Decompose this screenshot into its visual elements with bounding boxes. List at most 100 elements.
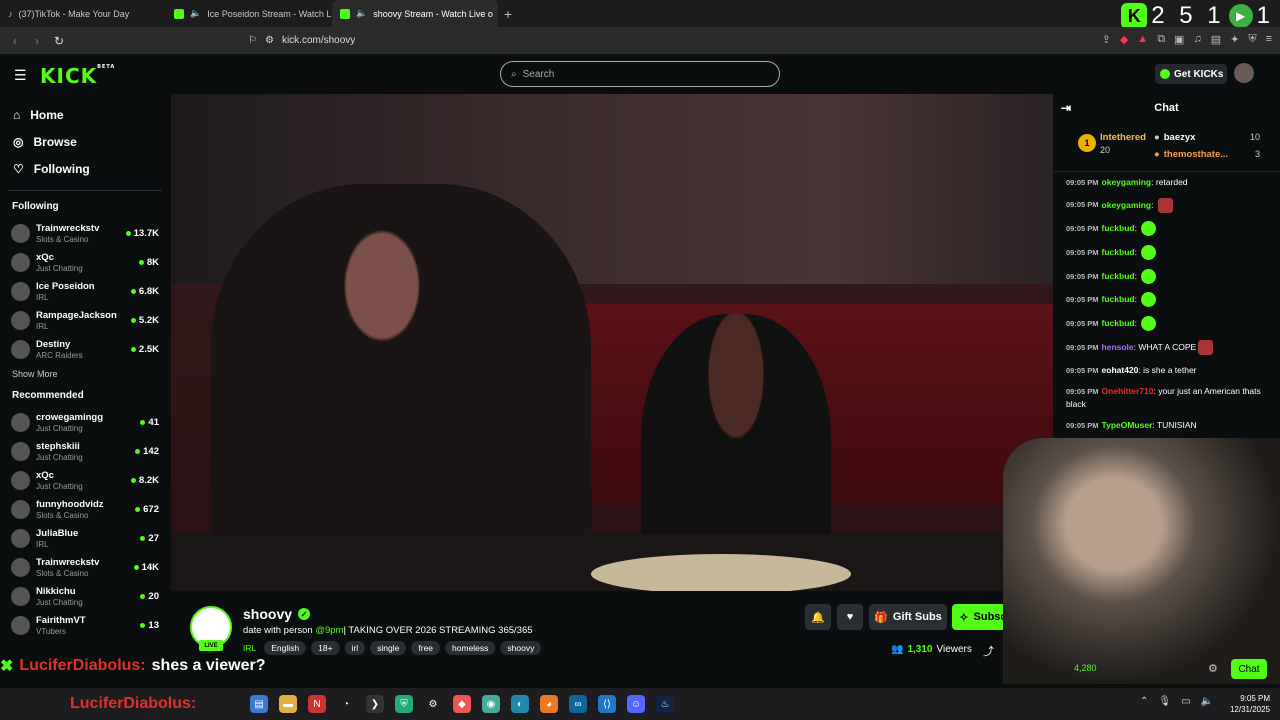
message-user[interactable]: fuckbud bbox=[1102, 271, 1135, 281]
terminal-icon[interactable]: ❯ bbox=[366, 695, 384, 713]
message-user[interactable]: hensole bbox=[1102, 342, 1134, 352]
leader-first-name[interactable]: Intethered bbox=[1100, 132, 1146, 143]
stream-tag[interactable]: shoovy bbox=[500, 641, 542, 655]
channel-item[interactable]: Ice Poseidon IRL 6.8K bbox=[0, 277, 170, 306]
share-icon[interactable]: ⤴ bbox=[983, 643, 994, 659]
network-icon[interactable]: ▭ bbox=[1181, 696, 1190, 707]
gift-leaderboard: 1 Intethered 20 ● baezyx 10 ● themosthate.… bbox=[1053, 122, 1280, 172]
back-icon[interactable]: ‹ bbox=[4, 34, 26, 48]
new-tab-button[interactable]: + bbox=[498, 6, 518, 22]
kick-logo[interactable]: KICKBETA bbox=[40, 64, 115, 88]
edge-icon[interactable]: ◐ bbox=[511, 695, 529, 713]
message-user[interactable]: Onehitter710 bbox=[1102, 386, 1154, 396]
nav-following[interactable]: ♡ Following bbox=[0, 155, 170, 182]
get-kicks-button[interactable]: Get KICKs bbox=[1155, 64, 1227, 84]
site-info-icon[interactable]: ⚙ bbox=[265, 35, 274, 46]
search-input[interactable]: ⌕ Search bbox=[500, 61, 780, 87]
message-user[interactable]: fuckbud bbox=[1102, 223, 1135, 233]
user-avatar[interactable] bbox=[1234, 63, 1254, 83]
message-user[interactable]: okeygaming bbox=[1102, 177, 1152, 187]
address-field[interactable]: ⚐ ⚙ kick.com/shoovy bbox=[248, 31, 970, 50]
message-user[interactable]: fuckbud bbox=[1102, 247, 1135, 257]
wallet-icon[interactable]: ▣ bbox=[1174, 33, 1184, 46]
volume-icon[interactable]: 🔈 bbox=[1201, 696, 1213, 707]
message-user[interactable]: fuckbud bbox=[1102, 294, 1135, 304]
gear-icon[interactable]: ⚙ bbox=[1208, 662, 1218, 675]
taskbar-clock[interactable]: 9:05 PM 12/31/2025 bbox=[1230, 693, 1270, 715]
channel-item[interactable]: funnyhoodvidz Slots & Casino 672 bbox=[0, 495, 170, 524]
channel-item[interactable]: stephskiii Just Chatting 142 bbox=[0, 437, 170, 466]
send-chat-button[interactable]: Chat bbox=[1231, 659, 1267, 679]
music-icon[interactable]: ♫ bbox=[1193, 33, 1201, 46]
title-mention[interactable]: @9pm bbox=[315, 625, 343, 636]
channel-item[interactable]: Nikkichu Just Chatting 20 bbox=[0, 582, 170, 611]
streamer-name[interactable]: shoovy bbox=[243, 606, 292, 622]
channel-item[interactable]: xQc Just Chatting 8K bbox=[0, 248, 170, 277]
stream-tag[interactable]: homeless bbox=[445, 641, 496, 655]
bookmark-icon[interactable]: ⚐ bbox=[248, 35, 257, 46]
message-user[interactable]: okeygaming bbox=[1102, 199, 1152, 209]
app-icon[interactable]: ▤ bbox=[250, 695, 268, 713]
channel-item[interactable]: FairithmVT VTubers 13 bbox=[0, 611, 170, 640]
stream-title: date with person @9pm| TAKING OVER 2026 … bbox=[243, 625, 533, 636]
folder-icon[interactable]: ▬ bbox=[279, 695, 297, 713]
stream-tag[interactable]: English bbox=[264, 641, 307, 655]
discord-icon[interactable]: ☺ bbox=[627, 695, 645, 713]
netflix-icon[interactable]: N bbox=[308, 695, 326, 713]
menu-icon[interactable]: ≡ bbox=[1266, 33, 1272, 46]
notification-bell-button[interactable]: 🔔 bbox=[805, 604, 831, 630]
tab-tiktok[interactable]: ♪ (37)TikTok - Make Your Day bbox=[0, 0, 166, 27]
leader-second[interactable]: ● baezyx bbox=[1154, 132, 1195, 143]
collapse-chat-icon[interactable]: ⇥ bbox=[1061, 101, 1071, 115]
stream-tag[interactable]: free bbox=[411, 641, 441, 655]
nav-browse[interactable]: ◎ Browse bbox=[0, 128, 170, 155]
channel-item[interactable]: Destiny ARC Raiders 2.5K bbox=[0, 335, 170, 364]
chrome-icon[interactable]: ◉ bbox=[482, 695, 500, 713]
show-more-button[interactable]: Show More bbox=[0, 364, 170, 384]
brave-shield-icon[interactable]: ◆ bbox=[1120, 33, 1128, 46]
video-player[interactable] bbox=[171, 94, 1053, 591]
shield-icon[interactable]: ⛨ bbox=[395, 695, 413, 713]
channel-viewers: 27 bbox=[148, 533, 159, 544]
gift-subs-button[interactable]: 🎁 Gift Subs bbox=[869, 604, 947, 630]
channel-item[interactable]: crowegamingg Just Chatting 41 bbox=[0, 408, 170, 437]
forward-icon[interactable]: › bbox=[26, 34, 48, 48]
tab-shoovy[interactable]: 🔈shoovy Stream - Watch Live o✕ bbox=[332, 0, 498, 27]
sidebar-icon[interactable]: ▤ bbox=[1211, 33, 1221, 46]
channel-item[interactable]: RampageJackson IRL 5.2K bbox=[0, 306, 170, 335]
message-user[interactable]: TypeOMuser bbox=[1102, 420, 1153, 430]
tab-ice-poseidon[interactable]: 🔈 Ice Poseidon Stream - Watch Live bbox=[166, 0, 332, 27]
stream-tag[interactable]: 18+ bbox=[311, 641, 340, 655]
message-user[interactable]: eohat420 bbox=[1102, 365, 1139, 375]
channel-item[interactable]: xQc Just Chatting 8.2K bbox=[0, 466, 170, 495]
firefox-icon[interactable]: ◕ bbox=[540, 695, 558, 713]
channel-item[interactable]: JuliaBlue IRL 27 bbox=[0, 524, 170, 553]
reload-icon[interactable]: ↻ bbox=[48, 34, 70, 48]
share-icon[interactable]: ⇪ bbox=[1102, 33, 1111, 46]
stream-tag[interactable]: irl bbox=[344, 641, 366, 655]
clock-app-icon[interactable]: ◔ bbox=[337, 695, 355, 713]
message-time: 09:05 PM bbox=[1066, 247, 1099, 257]
channel-item[interactable]: Trainwreckstv Slots & Casino 14K bbox=[0, 553, 170, 582]
chevron-up-icon[interactable]: ⌃ bbox=[1140, 696, 1148, 707]
mic-icon[interactable]: 🎙 bbox=[1158, 696, 1171, 707]
follow-heart-button[interactable]: ♥ bbox=[837, 604, 863, 630]
settings-icon[interactable]: ⚙ bbox=[424, 695, 442, 713]
stream-tag[interactable]: single bbox=[370, 641, 407, 655]
hamburger-menu-icon[interactable]: ☰ bbox=[14, 67, 27, 84]
steam-icon[interactable]: ♨ bbox=[656, 695, 674, 713]
leader-third[interactable]: ● themosthate... bbox=[1154, 149, 1228, 160]
channel-viewers: 13.7K bbox=[133, 228, 159, 239]
message-user[interactable]: fuckbud bbox=[1102, 318, 1135, 328]
channel-item[interactable]: Trainwreckstv Slots & Casino 13.7K bbox=[0, 219, 170, 248]
chat-message: 09:05 PM okeygaming: bbox=[1066, 197, 1270, 213]
brave-icon[interactable]: ◆ bbox=[453, 695, 471, 713]
leo-icon[interactable]: ✦ bbox=[1230, 33, 1239, 46]
vpn-icon[interactable]: ⛨ bbox=[1248, 33, 1256, 46]
extensions-icon[interactable]: ⧉ bbox=[1157, 33, 1165, 46]
rewards-icon[interactable]: ▲ bbox=[1137, 33, 1148, 46]
app-link-icon[interactable]: ∞ bbox=[569, 695, 587, 713]
vscode-icon[interactable]: ⟨⟩ bbox=[598, 695, 616, 713]
nav-home[interactable]: ⌂ Home bbox=[0, 101, 170, 128]
category-link[interactable]: IRL bbox=[243, 643, 256, 653]
